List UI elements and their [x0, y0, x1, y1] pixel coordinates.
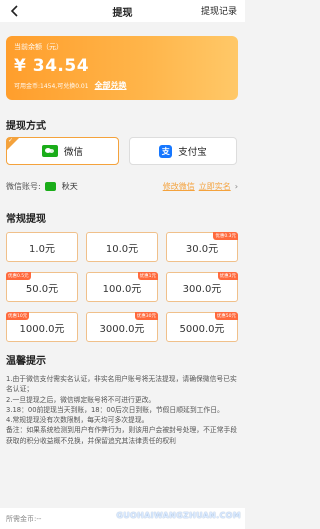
amount-label: 100.0元	[102, 283, 142, 295]
discount-badge: 优惠10元	[6, 312, 30, 320]
amount-option[interactable]: 优惠50元 5000.0元	[166, 312, 238, 342]
regular-section-title: 常规提现	[6, 214, 46, 225]
coins-info: 可用金币:1454,可兑换0.01	[14, 83, 89, 90]
amount-option[interactable]: 优惠0.5元 50.0元	[6, 272, 78, 302]
account-row: 微信账号: 秋天 修改微信 立即实名 ›	[6, 175, 238, 197]
method-wechat[interactable]: 微信	[6, 137, 119, 165]
account-name: 秋天	[61, 181, 78, 191]
tips-title: 温馨提示	[6, 356, 46, 367]
tip-line: 3.18：00前提现当天到账，18：00后次日到账，节假日顺延到工作日。	[6, 405, 224, 414]
edit-wechat-link[interactable]: 修改微信	[163, 181, 195, 192]
tip-line: 2.一旦提现之后，微信绑定账号将不可进行更改。	[6, 395, 156, 404]
amount-option[interactable]: 10.0元	[86, 232, 158, 262]
wechat-icon	[41, 145, 58, 157]
balance-label: 当前余额（元）	[14, 43, 63, 51]
amount-option[interactable]: 优惠30元 3000.0元	[86, 312, 158, 342]
discount-badge: 优惠0.5元	[6, 272, 31, 280]
withdraw-record-link[interactable]: 提现记录	[201, 4, 237, 17]
back-button[interactable]	[6, 2, 24, 20]
method-alipay-label: 支付宝	[178, 147, 207, 158]
page-title: 提现	[112, 7, 133, 19]
amount-label: 5000.0元	[179, 323, 225, 335]
tip-line: 1.由于微信支付需实名认证，非实名用户账号将无法提现，请确保微信号已实名认证；	[6, 375, 237, 394]
balance-card: 当前余额（元） ¥ 34.54 可用金币:1454,可兑换0.01 全部兑换	[6, 36, 238, 100]
amount-label: 10.0元	[105, 243, 139, 255]
amount-option[interactable]: 1.0元	[6, 232, 78, 262]
redeem-all-button[interactable]: 全部兑换	[95, 80, 127, 91]
method-section-title: 提现方式	[6, 121, 46, 132]
amount-label: 300.0元	[182, 283, 222, 295]
discount-badge: 优惠50元	[214, 312, 238, 320]
amount-label: 50.0元	[25, 283, 59, 295]
required-coins: 所需金币:--	[6, 514, 42, 523]
tip-line: 4.常规提现没有次数限制，每天均可多次提现。	[6, 416, 149, 425]
tip-line: 备注：如果系统检测到用户有作弊行为，则该用户会被封号处理，不正常手段获取的积分收…	[6, 426, 238, 445]
amount-option[interactable]: 优惠10元 1000.0元	[6, 312, 78, 342]
account-links: 修改微信 立即实名 ›	[163, 181, 238, 192]
amount-option[interactable]: 优惠3元 300.0元	[166, 272, 238, 302]
amount-label: 1000.0元	[19, 323, 65, 335]
discount-badge: 优惠30元	[134, 312, 158, 320]
alipay-icon: 支	[159, 144, 173, 158]
amount-option[interactable]: 优惠1元 100.0元	[86, 272, 158, 302]
discount-badge: 优惠3元	[217, 272, 238, 280]
selected-check-icon	[7, 137, 19, 150]
coins-row: 可用金币:1454,可兑换0.01 全部兑换	[14, 80, 230, 91]
method-wechat-label: 微信	[63, 147, 83, 158]
discount-badge: 优惠0.3元	[213, 232, 238, 240]
amount-label: 30.0元	[185, 243, 219, 255]
amount-label: 1.0元	[29, 243, 55, 255]
wechat-small-icon	[44, 181, 56, 191]
discount-badge: 优惠1元	[137, 272, 158, 280]
amount-label: 3000.0元	[99, 323, 145, 335]
watermark-text: GUOHAIWANGZHUAN.COM	[116, 511, 241, 520]
balance-amount: ¥ 34.54	[14, 56, 90, 76]
chevron-right-icon: ›	[234, 181, 238, 191]
tips-text: 1.由于微信支付需实名认证，非实名用户账号将无法提现，请确保微信号已实名认证； …	[6, 374, 238, 446]
amount-option[interactable]: 优惠0.3元 30.0元	[166, 232, 238, 262]
account-label: 微信账号:	[6, 181, 41, 191]
nav-bar: 提现 提现记录	[0, 0, 245, 22]
chevron-left-icon	[10, 5, 18, 17]
verify-link[interactable]: 立即实名	[199, 181, 231, 192]
method-alipay[interactable]: 支 支付宝	[129, 137, 237, 165]
